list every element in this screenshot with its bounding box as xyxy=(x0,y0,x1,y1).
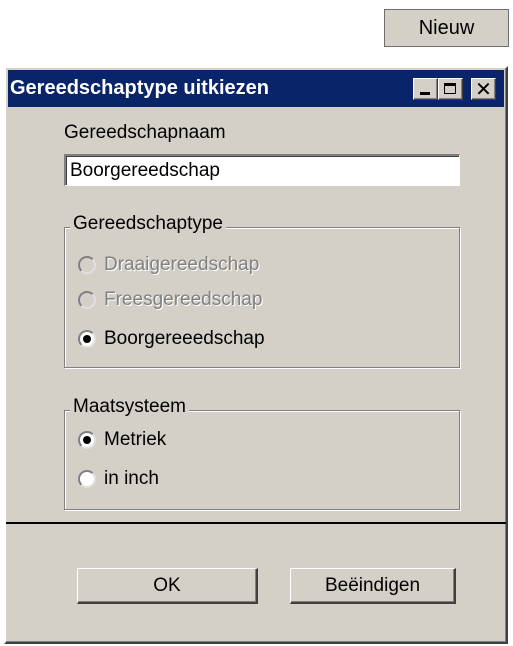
radio-button-icon xyxy=(78,431,96,449)
radio-label: in inch xyxy=(104,468,159,489)
dialog-separator xyxy=(6,522,506,524)
tool-name-input[interactable] xyxy=(64,154,460,186)
radio-button-icon xyxy=(78,291,96,309)
radio-in-inch[interactable]: in inch xyxy=(78,467,159,491)
radio-button-icon xyxy=(78,470,96,488)
radio-draaigereedschap[interactable]: Draaigereedschap xyxy=(78,253,259,277)
radio-label: Metriek xyxy=(104,429,167,450)
new-button[interactable]: Nieuw xyxy=(384,9,509,47)
tool-name-label: Gereedschapnaam xyxy=(64,122,226,143)
radio-freesgereedschap[interactable]: Freesgereedschap xyxy=(78,288,262,312)
minimize-icon[interactable] xyxy=(413,78,438,100)
maximize-icon[interactable] xyxy=(438,78,463,100)
radio-metriek[interactable]: Metriek xyxy=(78,428,166,452)
radio-button-icon xyxy=(78,330,96,348)
radio-boorgereedschap[interactable]: Boorgereeedschap xyxy=(78,327,265,351)
radio-button-icon xyxy=(78,256,96,274)
units-legend: Maatsysteem xyxy=(70,396,189,418)
close-icon[interactable]: ✕ xyxy=(471,78,496,100)
radio-label: Draaigereedschap xyxy=(104,254,260,275)
dialog-titlebar: Gereedschaptype uitkiezen ✕ xyxy=(8,70,504,107)
dialog-title: Gereedschaptype uitkiezen xyxy=(10,77,269,99)
tooltype-legend: Gereedschaptype xyxy=(70,213,226,235)
cancel-button[interactable]: Beëindigen xyxy=(290,568,456,604)
units-groupbox xyxy=(64,410,460,510)
ok-button[interactable]: OK xyxy=(77,568,258,604)
radio-label: Freesgereedschap xyxy=(104,289,263,310)
radio-label: Boorgereeedschap xyxy=(104,328,265,349)
